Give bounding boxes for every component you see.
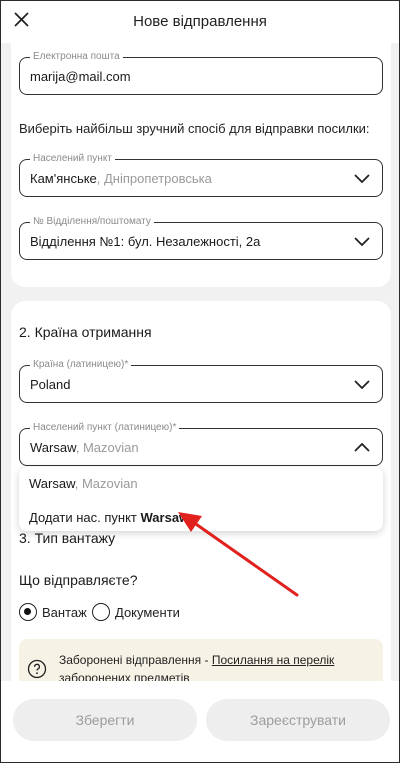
app-screen: Електронна пошта marija@mail.com Виберіт…: [0, 0, 400, 763]
annotation-arrow: [178, 512, 299, 597]
